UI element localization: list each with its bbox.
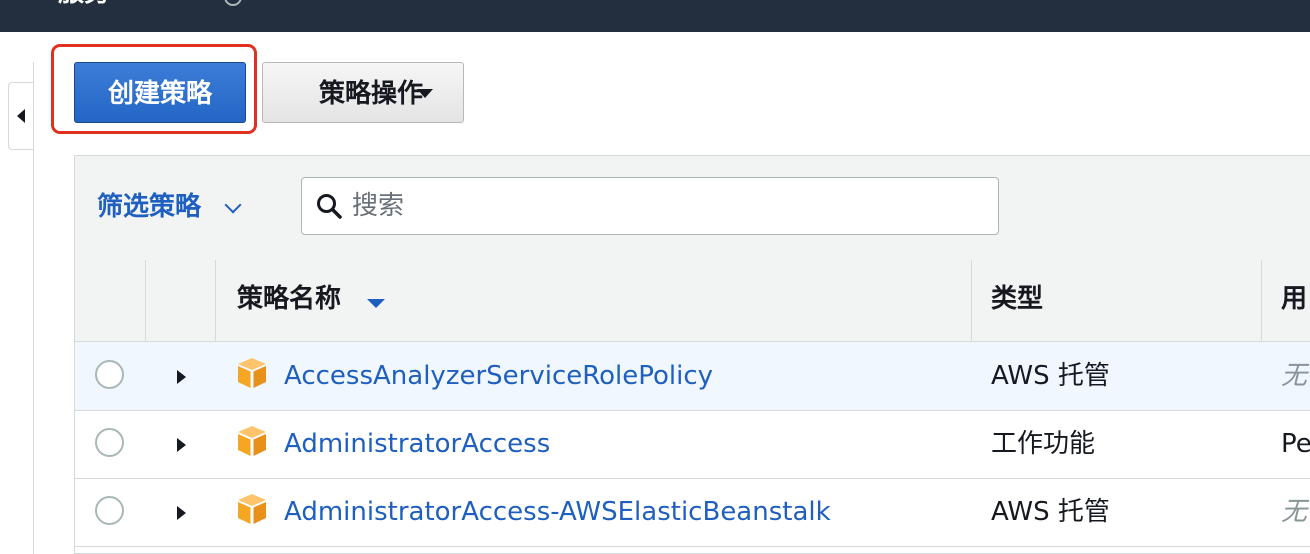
table-row[interactable]: AccessAnalyzerServiceRolePolicy AWS 托管 无 bbox=[75, 342, 1310, 411]
aws-policy-cube-icon bbox=[238, 358, 266, 388]
sort-descending-icon[interactable] bbox=[367, 299, 385, 308]
column-header-type[interactable]: 类型 bbox=[991, 284, 1043, 314]
filter-policies-dropdown[interactable]: 筛选策略 bbox=[97, 192, 201, 222]
services-menu[interactable]: 服务 bbox=[58, 0, 110, 8]
expand-row-icon[interactable] bbox=[177, 438, 186, 452]
column-divider bbox=[1261, 260, 1262, 341]
policy-type: AWS 托管 bbox=[991, 361, 1110, 391]
table-row[interactable]: AdministratorAccess-AWSElasticBeanstalk … bbox=[75, 478, 1310, 547]
column-divider bbox=[145, 260, 146, 341]
column-header-policy-name[interactable]: 策略名称 bbox=[237, 284, 341, 314]
expand-row-icon[interactable] bbox=[177, 506, 186, 520]
create-policy-button[interactable]: 创建策略 bbox=[74, 62, 246, 123]
expand-row-icon[interactable] bbox=[177, 370, 186, 384]
row-select-radio[interactable] bbox=[95, 360, 124, 389]
policy-type: AWS 托管 bbox=[991, 497, 1110, 527]
caret-down-icon bbox=[417, 89, 433, 98]
filter-bar: 筛选策略 bbox=[75, 156, 1310, 261]
policy-name-link[interactable]: AdministratorAccess bbox=[284, 429, 550, 459]
column-divider bbox=[215, 260, 216, 341]
sidebar-collapse-button[interactable] bbox=[8, 82, 34, 150]
search-input[interactable] bbox=[352, 186, 952, 226]
row-select-radio[interactable] bbox=[95, 496, 124, 525]
policy-actions-dropdown[interactable]: 策略操作 bbox=[262, 62, 464, 123]
column-header-used-as[interactable]: 用 bbox=[1281, 284, 1307, 314]
policy-used-as: 无 bbox=[1281, 497, 1308, 527]
chevron-down-icon[interactable] bbox=[224, 196, 242, 214]
nav-search-icon[interactable] bbox=[224, 0, 242, 6]
table-row[interactable]: AdministratorAccess 工作功能 Pe bbox=[75, 410, 1310, 479]
policies-table: 筛选策略 策略名称 类型 用 AccessAnalyzerServiceRole… bbox=[74, 155, 1310, 554]
policy-actions-label: 策略操作 bbox=[318, 78, 423, 108]
caret-left-icon bbox=[17, 109, 25, 123]
search-icon bbox=[317, 194, 342, 219]
table-header-row: 策略名称 类型 用 bbox=[75, 260, 1310, 342]
row-select-radio[interactable] bbox=[95, 428, 124, 457]
policy-used-as: 无 bbox=[1281, 361, 1308, 391]
policy-name-link[interactable]: AdministratorAccess-AWSElasticBeanstalk bbox=[284, 497, 831, 527]
top-navigation-bar: 服务 bbox=[0, 0, 1310, 32]
policy-name-link[interactable]: AccessAnalyzerServiceRolePolicy bbox=[284, 361, 713, 391]
policy-type: 工作功能 bbox=[991, 429, 1096, 459]
aws-policy-cube-icon bbox=[238, 426, 266, 456]
aws-policy-cube-icon bbox=[238, 494, 266, 524]
policy-used-as: Pe bbox=[1281, 429, 1310, 459]
search-box[interactable] bbox=[301, 177, 999, 235]
column-divider bbox=[971, 260, 972, 341]
